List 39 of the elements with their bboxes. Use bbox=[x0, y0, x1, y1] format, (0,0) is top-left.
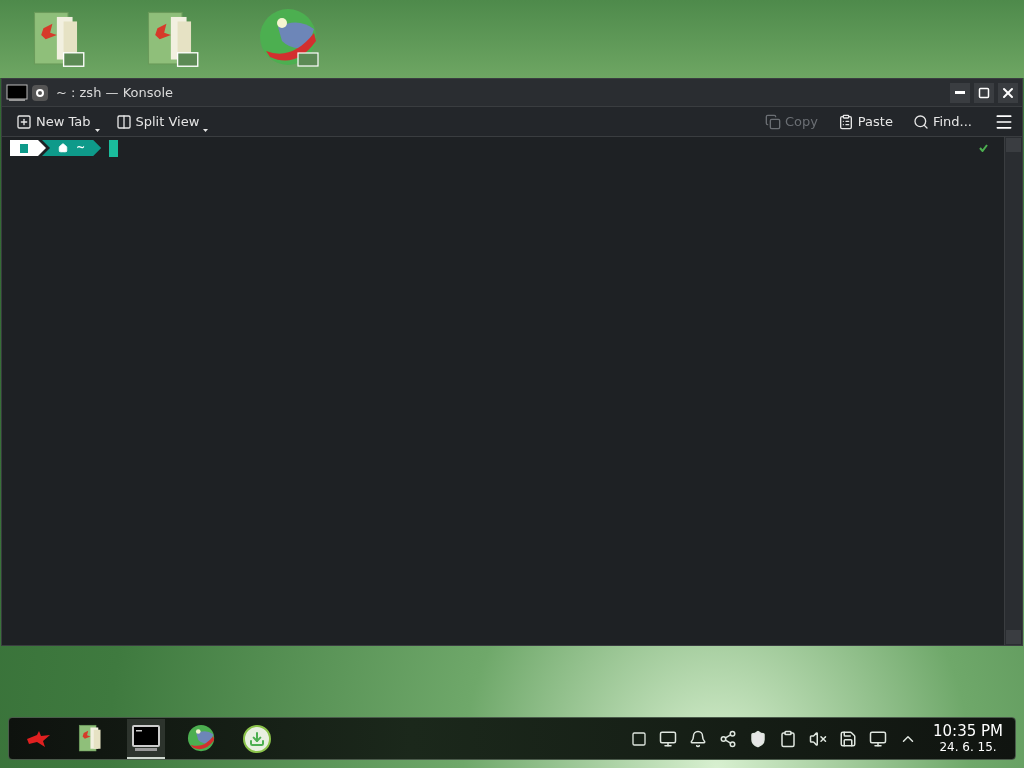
dropdown-caret-icon[interactable] bbox=[94, 128, 100, 132]
new-tab-button[interactable]: New Tab bbox=[10, 109, 106, 134]
network-icon[interactable] bbox=[719, 729, 737, 748]
terminal-icon[interactable] bbox=[131, 723, 161, 752]
download-icon[interactable] bbox=[243, 724, 271, 753]
find-button[interactable]: Find... bbox=[906, 109, 978, 134]
os-segment bbox=[10, 140, 46, 156]
window-title: ~ : zsh — Konsole bbox=[56, 83, 174, 102]
minimize-icon bbox=[955, 91, 965, 94]
desktop-icon[interactable] bbox=[631, 730, 647, 747]
split-icon bbox=[115, 113, 132, 130]
volume-muted-icon[interactable] bbox=[809, 729, 827, 748]
display-icon[interactable] bbox=[869, 729, 887, 748]
monitor-icon[interactable] bbox=[659, 729, 677, 748]
text-cursor bbox=[109, 140, 119, 157]
home-icon bbox=[58, 143, 68, 153]
path-segment: ~ bbox=[42, 140, 102, 156]
scrollbar[interactable] bbox=[1004, 137, 1022, 645]
clock-date[interactable]: 24. 6. 15. bbox=[939, 740, 997, 756]
bell-icon[interactable] bbox=[689, 729, 707, 748]
clipboard-icon[interactable] bbox=[779, 729, 797, 748]
paste-button[interactable]: Paste bbox=[831, 109, 899, 134]
pin-icon[interactable] bbox=[32, 84, 48, 101]
split-button[interactable]: Split View bbox=[109, 109, 215, 134]
maximize-icon bbox=[978, 86, 990, 99]
new-tab-icon bbox=[16, 113, 32, 130]
paste-icon bbox=[837, 113, 854, 130]
close-button[interactable] bbox=[998, 82, 1018, 103]
find-icon bbox=[912, 113, 929, 130]
minimize-button[interactable] bbox=[950, 82, 970, 103]
star-launcher-icon[interactable] bbox=[25, 730, 51, 747]
save-icon[interactable] bbox=[839, 729, 857, 748]
maximize-button[interactable] bbox=[974, 82, 994, 103]
globe-icon[interactable] bbox=[187, 723, 217, 754]
copy-icon bbox=[764, 113, 781, 130]
clock-time[interactable]: 10:35 PM bbox=[933, 721, 1003, 741]
terminal-icon[interactable] bbox=[6, 83, 28, 102]
shield-icon[interactable] bbox=[749, 729, 767, 748]
dropdown-caret-icon[interactable] bbox=[203, 128, 209, 132]
